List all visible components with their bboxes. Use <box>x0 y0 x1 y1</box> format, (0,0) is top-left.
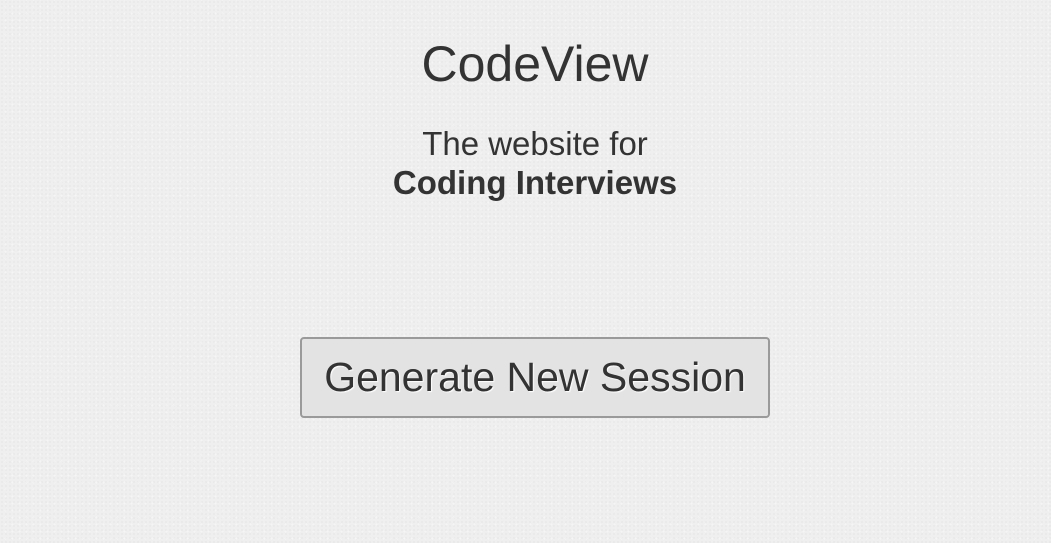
tagline-emphasis: Coding Interviews <box>392 164 678 201</box>
page-title: CodeView <box>421 36 649 92</box>
tagline: The website for Coding Interviews <box>0 124 1051 202</box>
tagline-intro: The website for <box>422 125 648 162</box>
generate-new-session-button[interactable]: Generate New Session <box>300 337 770 418</box>
